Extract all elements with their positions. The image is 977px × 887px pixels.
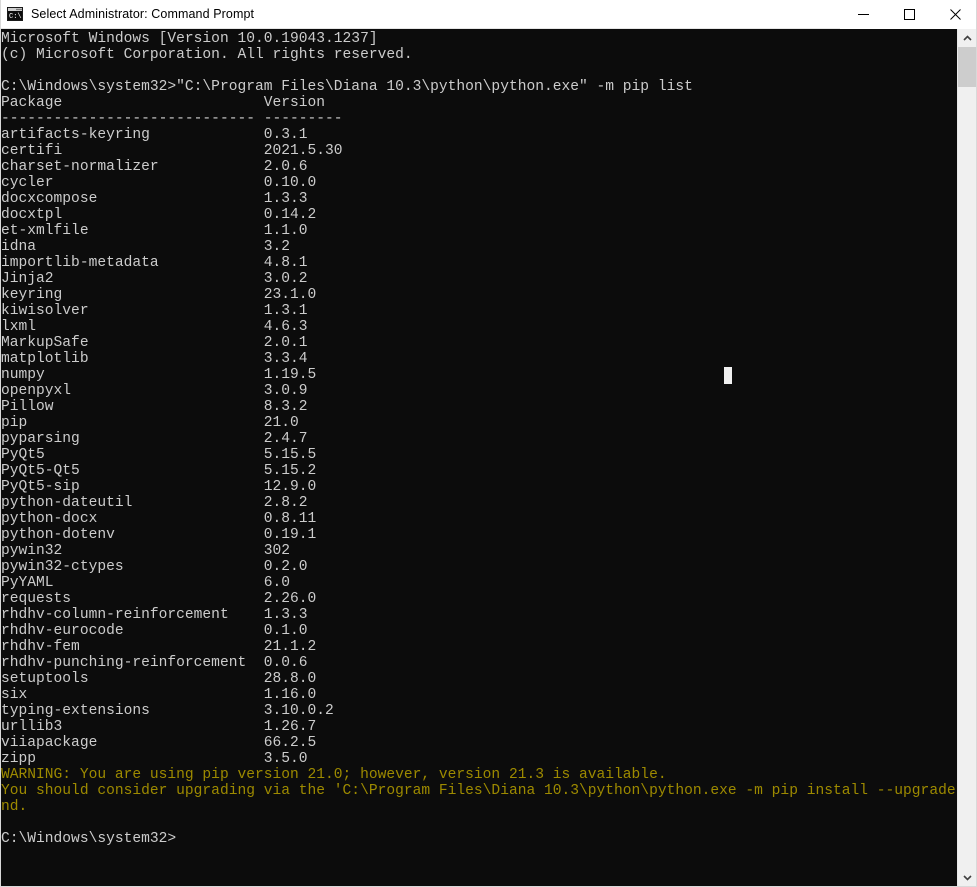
console-line: openpyxl 3.0.9	[1, 383, 308, 399]
console-line: rhdhv-punching-reinforcement 0.0.6	[1, 655, 308, 671]
text-cursor-block	[724, 367, 732, 384]
console-line: PyYAML 6.0	[1, 575, 291, 591]
vertical-scrollbar[interactable]	[957, 29, 976, 886]
command-prompt-icon: C:\	[7, 6, 23, 22]
console-line: python-dateutil 2.8.2	[1, 495, 308, 511]
console-line: python-docx 0.8.11	[1, 511, 317, 527]
console-line: idna 3.2	[1, 239, 291, 255]
console-line: nd.	[1, 799, 28, 815]
console-line: viiapackage 66.2.5	[1, 735, 317, 751]
console-line: rhdhv-column-reinforcement 1.3.3	[1, 607, 308, 623]
console-line: Microsoft Windows [Version 10.0.19043.12…	[1, 31, 378, 47]
console-line: docxtpl 0.14.2	[1, 207, 317, 223]
window-controls	[840, 0, 976, 29]
console-line: PyQt5-sip 12.9.0	[1, 479, 317, 495]
console-line: importlib-metadata 4.8.1	[1, 255, 308, 271]
scroll-up-arrow[interactable]	[958, 29, 976, 47]
scroll-track[interactable]	[958, 87, 976, 868]
minimize-button[interactable]	[840, 0, 886, 29]
console-line: kiwisolver 1.3.1	[1, 303, 308, 319]
console-line: C:\Windows\system32>	[1, 831, 177, 847]
console-line: rhdhv-eurocode 0.1.0	[1, 623, 308, 639]
scroll-down-arrow[interactable]	[958, 868, 976, 886]
console-line: pyparsing 2.4.7	[1, 431, 308, 447]
console-line: zipp 3.5.0	[1, 751, 308, 767]
console-line: setuptools 28.8.0	[1, 671, 317, 687]
maximize-button[interactable]	[886, 0, 932, 29]
console-line: (c) Microsoft Corporation. All rights re…	[1, 47, 413, 63]
console-line: typing-extensions 3.10.0.2	[1, 703, 334, 719]
console-line: Pillow 8.3.2	[1, 399, 308, 415]
console-line: cycler 0.10.0	[1, 175, 317, 191]
console-line: Jinja2 3.0.2	[1, 271, 308, 287]
console-line: lxml 4.6.3	[1, 319, 308, 335]
scroll-thumb[interactable]	[958, 47, 976, 87]
console-line: docxcompose 1.3.3	[1, 191, 308, 207]
console-line: MarkupSafe 2.0.1	[1, 335, 308, 351]
command-prompt-window: C:\ Select Administrator: Command Prompt…	[0, 0, 977, 887]
console-line: matplotlib 3.3.4	[1, 351, 308, 367]
console-line: urllib3 1.26.7	[1, 719, 317, 735]
console-line: keyring 23.1.0	[1, 287, 317, 303]
window-title: Select Administrator: Command Prompt	[31, 7, 255, 21]
console-line: ----------------------------- ---------	[1, 111, 343, 127]
console-line: C:\Windows\system32>"C:\Program Files\Di…	[1, 79, 693, 95]
console-line: Package Version	[1, 95, 326, 111]
console-line: certifi 2021.5.30	[1, 143, 343, 159]
console-line: pywin32-ctypes 0.2.0	[1, 559, 308, 575]
console-line: PyQt5 5.15.5	[1, 447, 317, 463]
console-line: PyQt5-Qt5 5.15.2	[1, 463, 317, 479]
console-line: six 1.16.0	[1, 687, 317, 703]
console-text: Microsoft Windows [Version 10.0.19043.12…	[1, 31, 959, 847]
console-line: artifacts-keyring 0.3.1	[1, 127, 308, 143]
console-line: pywin32 302	[1, 543, 291, 559]
svg-text:C:\: C:\	[9, 13, 22, 21]
console-line: requests 2.26.0	[1, 591, 317, 607]
console-line: et-xmlfile 1.1.0	[1, 223, 308, 239]
console-line: charset-normalizer 2.0.6	[1, 159, 308, 175]
console-line: pip 21.0	[1, 415, 299, 431]
title-bar: C:\ Select Administrator: Command Prompt	[1, 0, 976, 29]
console-line: WARNING: You are using pip version 21.0;…	[1, 767, 667, 783]
console-line: python-dotenv 0.19.1	[1, 527, 317, 543]
console-line: numpy 1.19.5	[1, 367, 317, 383]
console-line: rhdhv-fem 21.1.2	[1, 639, 317, 655]
console-line: You should consider upgrading via the 'C…	[1, 783, 959, 799]
close-button[interactable]	[932, 0, 976, 29]
console-output-area[interactable]: Microsoft Windows [Version 10.0.19043.12…	[1, 29, 959, 886]
